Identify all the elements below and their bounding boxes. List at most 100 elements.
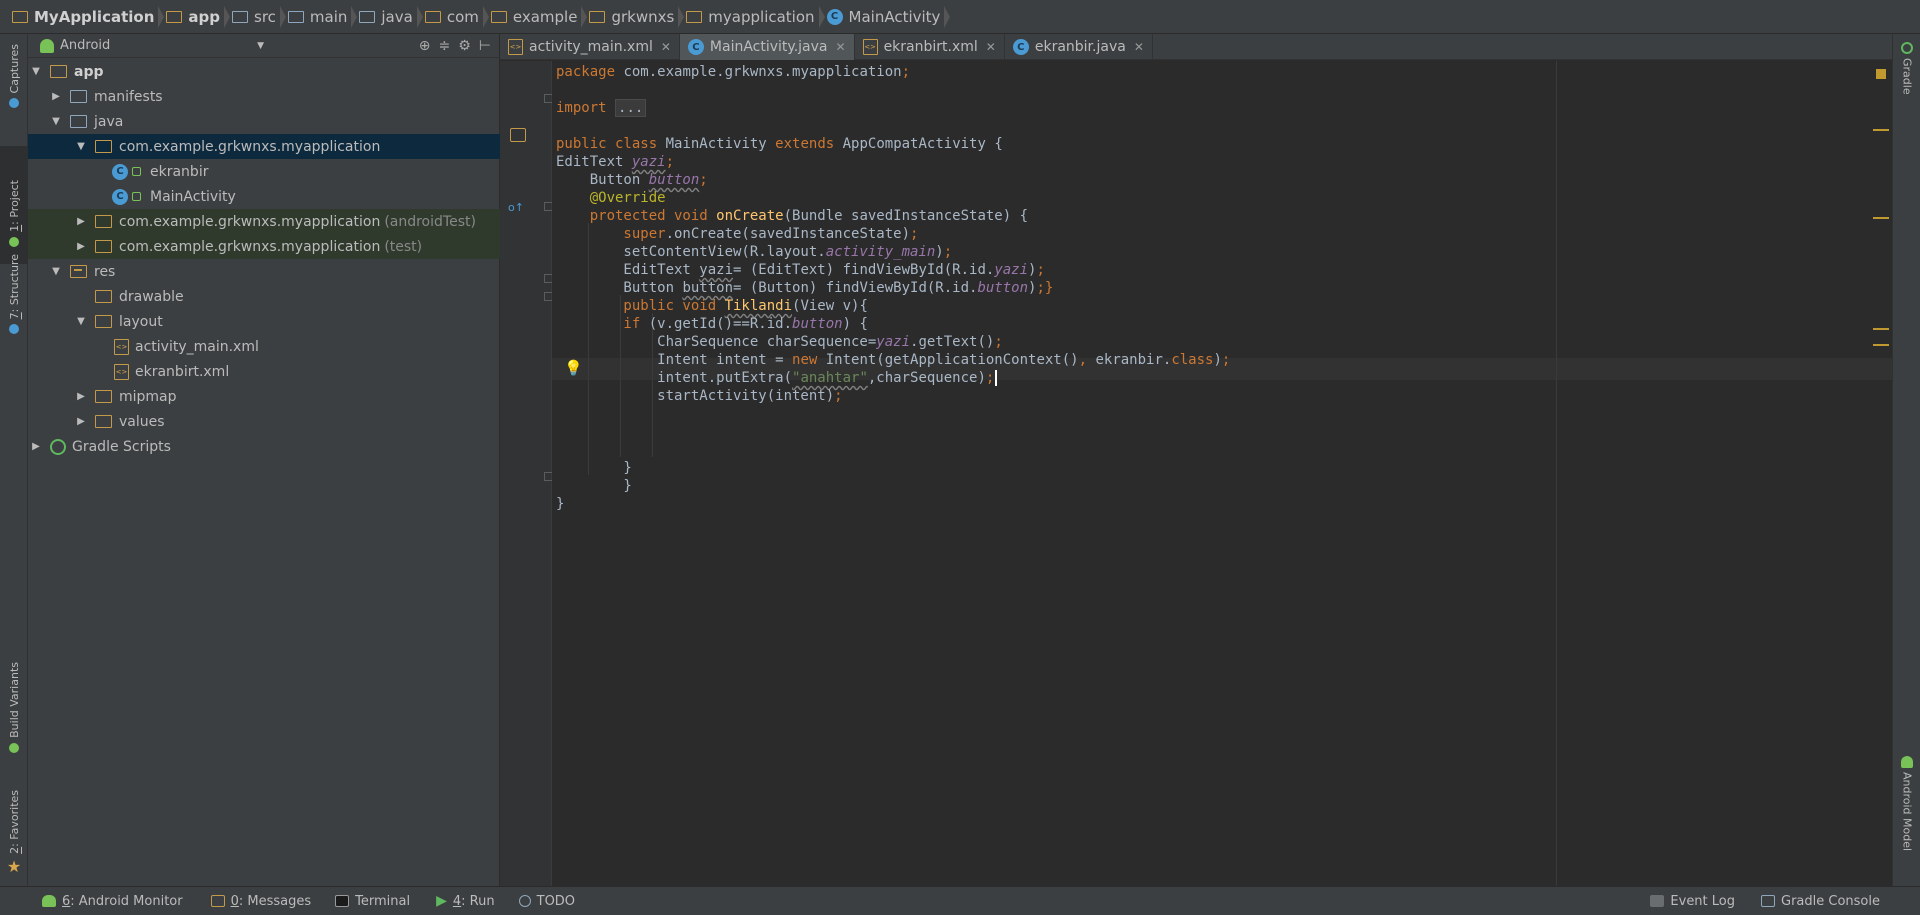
tree-suffix: (test) bbox=[384, 238, 423, 255]
tree-item-values[interactable]: ▶ values bbox=[28, 409, 500, 434]
code-token: activity_main bbox=[825, 244, 936, 260]
hide-panel-icon[interactable]: ⊢ bbox=[479, 38, 491, 54]
expand-arrow-icon[interactable]: ▶ bbox=[30, 441, 42, 452]
inspection-status-icon[interactable] bbox=[1876, 69, 1886, 79]
tree-item-manifests[interactable]: ▶ manifests bbox=[28, 84, 500, 109]
tab-mainactivity-java[interactable]: C MainActivity.java ✕ bbox=[679, 34, 855, 60]
expand-arrow-icon[interactable]: ▶ bbox=[75, 216, 87, 227]
breadcrumb-com[interactable]: com bbox=[421, 0, 489, 33]
gradle-icon bbox=[50, 438, 66, 455]
warning-stripe-mark[interactable] bbox=[1873, 344, 1889, 346]
folded-imports[interactable]: ... bbox=[615, 99, 647, 117]
android-monitor-button[interactable]: 6: Android Monitor bbox=[42, 894, 183, 909]
tree-item-res[interactable]: ▼ res bbox=[28, 259, 500, 284]
messages-button[interactable]: 0: Messages bbox=[210, 893, 312, 909]
gradle-console-button[interactable]: Gradle Console bbox=[1761, 894, 1880, 909]
expand-arrow-icon[interactable]: ▶ bbox=[75, 241, 87, 252]
right-tool-window-strip: Gradle Android Model bbox=[1892, 34, 1920, 886]
layout-xml-gutter-icon[interactable] bbox=[510, 128, 526, 142]
build-variants-tool-tab[interactable]: Build Variants bbox=[0, 662, 28, 753]
breadcrumb-label: MyApplication bbox=[34, 7, 155, 26]
event-log-button[interactable]: Event Log bbox=[1650, 894, 1735, 909]
tree-item-activity-main-xml[interactable]: <> activity_main.xml bbox=[28, 334, 500, 359]
tree-item-app[interactable]: ▼ app bbox=[28, 59, 500, 84]
tab-activity-main-xml[interactable]: <> activity_main.xml ✕ bbox=[500, 34, 680, 60]
tree-label: com.example.grkwnxs.myapplication bbox=[119, 138, 381, 155]
expand-arrow-icon[interactable]: ▼ bbox=[50, 266, 62, 277]
code-token: ; bbox=[901, 64, 911, 80]
code-token: ; bbox=[985, 370, 995, 386]
warning-stripe-mark[interactable] bbox=[1873, 129, 1889, 131]
build-variants-icon bbox=[9, 742, 19, 753]
chevron-down-icon: ▼ bbox=[257, 40, 264, 51]
close-icon[interactable]: ✕ bbox=[1134, 40, 1144, 54]
code-token: public void bbox=[556, 298, 725, 314]
folder-icon bbox=[95, 390, 112, 403]
tree-item-mainactivity[interactable]: C MainActivity bbox=[28, 184, 500, 209]
project-view-label: Android bbox=[60, 38, 111, 53]
expand-arrow-icon[interactable]: ▼ bbox=[50, 116, 62, 127]
expand-arrow-icon[interactable]: ▶ bbox=[50, 91, 62, 102]
tree-item-package-test[interactable]: ▶ com.example.grkwnxs.myapplication (test) bbox=[28, 234, 500, 259]
override-method-icon[interactable]: o↑ bbox=[508, 201, 524, 214]
captures-icon bbox=[9, 98, 19, 109]
gear-icon[interactable]: ⚙ bbox=[458, 38, 471, 54]
code-token: startActivity(intent) bbox=[556, 388, 835, 404]
project-view-selector[interactable]: Android ▼ bbox=[60, 38, 268, 53]
breadcrumb-java[interactable]: java bbox=[355, 0, 424, 33]
class-icon: C bbox=[1012, 39, 1029, 55]
class-icon: C bbox=[826, 8, 843, 25]
code-editor[interactable]: 💡 package com.example.grkwnxs.myapplicat… bbox=[552, 61, 1892, 886]
breadcrumb-example[interactable]: example bbox=[487, 0, 588, 33]
tree-item-ekranbir[interactable]: Cekranbir bbox=[28, 159, 500, 184]
breadcrumb-myapplication[interactable]: myapplication bbox=[682, 0, 825, 33]
close-icon[interactable]: ✕ bbox=[986, 40, 996, 54]
terminal-icon bbox=[335, 895, 350, 907]
gradle-tool-tab[interactable]: Gradle bbox=[1893, 42, 1920, 95]
breadcrumb-main[interactable]: main bbox=[284, 0, 358, 33]
tab-ekranbir-java[interactable]: Cekranbir.java ✕ bbox=[1005, 34, 1153, 60]
tab-ekranbirt-xml[interactable]: <> ekranbirt.xml ✕ bbox=[855, 34, 1005, 60]
captures-tool-tab[interactable]: Captures bbox=[0, 44, 28, 109]
messages-label: : Messages bbox=[238, 893, 312, 909]
expand-arrow-icon[interactable]: ▼ bbox=[30, 66, 42, 77]
code-token: ; bbox=[994, 334, 1003, 350]
expand-arrow-icon[interactable]: ▶ bbox=[75, 416, 87, 427]
expand-arrow-icon[interactable]: ▶ bbox=[75, 391, 87, 402]
terminal-button[interactable]: Terminal bbox=[335, 894, 410, 909]
close-icon[interactable]: ✕ bbox=[661, 40, 671, 54]
warning-stripe-mark[interactable] bbox=[1873, 328, 1889, 330]
tree-item-layout[interactable]: ▼ layout bbox=[28, 309, 500, 334]
breadcrumb-project[interactable]: MyApplication bbox=[8, 0, 165, 33]
tree-item-java[interactable]: ▼ java bbox=[28, 109, 500, 134]
android-model-tool-tab[interactable]: Android Model bbox=[1893, 756, 1920, 851]
expand-arrow-icon[interactable]: ▼ bbox=[75, 141, 87, 152]
breadcrumb-module[interactable]: app bbox=[162, 0, 230, 33]
collapse-all-icon[interactable]: ≑ bbox=[439, 38, 451, 54]
tree-item-drawable[interactable]: drawable bbox=[28, 284, 500, 309]
tree-item-package-androidtest[interactable]: ▶ com.example.grkwnxs.myapplication (andro… bbox=[28, 209, 500, 234]
android-model-label: Android Model bbox=[1900, 772, 1914, 852]
breadcrumb-grkwnxs[interactable]: grkwnxs bbox=[585, 0, 685, 33]
todo-button[interactable]: TODO bbox=[518, 894, 575, 909]
structure-tool-tab[interactable]: 7: Structure bbox=[0, 254, 28, 335]
expand-arrow-icon[interactable]: ▼ bbox=[75, 316, 87, 327]
tree-item-package-main[interactable]: ▼ com.example.grkwnxs.myapplication bbox=[28, 134, 500, 159]
source-folder-icon bbox=[359, 10, 376, 23]
project-tool-tab[interactable]: 1: Project bbox=[0, 146, 28, 264]
code-token: setContentView(R.layout. bbox=[556, 244, 826, 260]
warning-stripe-mark[interactable] bbox=[1873, 217, 1889, 219]
xml-file-icon: <> bbox=[862, 39, 878, 55]
code-token: public class bbox=[556, 136, 658, 152]
favorites-tool-tab[interactable]: 2: Favorites ★ bbox=[0, 790, 28, 876]
close-icon[interactable]: ✕ bbox=[836, 40, 846, 54]
code-token: ,charSequence) bbox=[867, 370, 986, 386]
tree-item-gradle-scripts[interactable]: ▶ Gradle Scripts bbox=[28, 434, 500, 459]
tree-item-mipmap[interactable]: ▶ mipmap bbox=[28, 384, 500, 409]
code-token: ) { bbox=[842, 316, 868, 332]
breadcrumb-src[interactable]: src bbox=[228, 0, 286, 33]
run-button[interactable]: ▶ 4: Run bbox=[436, 893, 495, 909]
scroll-from-source-icon[interactable]: ⊕ bbox=[419, 38, 431, 54]
tree-item-ekranbirt-xml[interactable]: <> ekranbirt.xml bbox=[28, 359, 500, 384]
breadcrumb-mainactivity[interactable]: C MainActivity bbox=[823, 0, 951, 33]
